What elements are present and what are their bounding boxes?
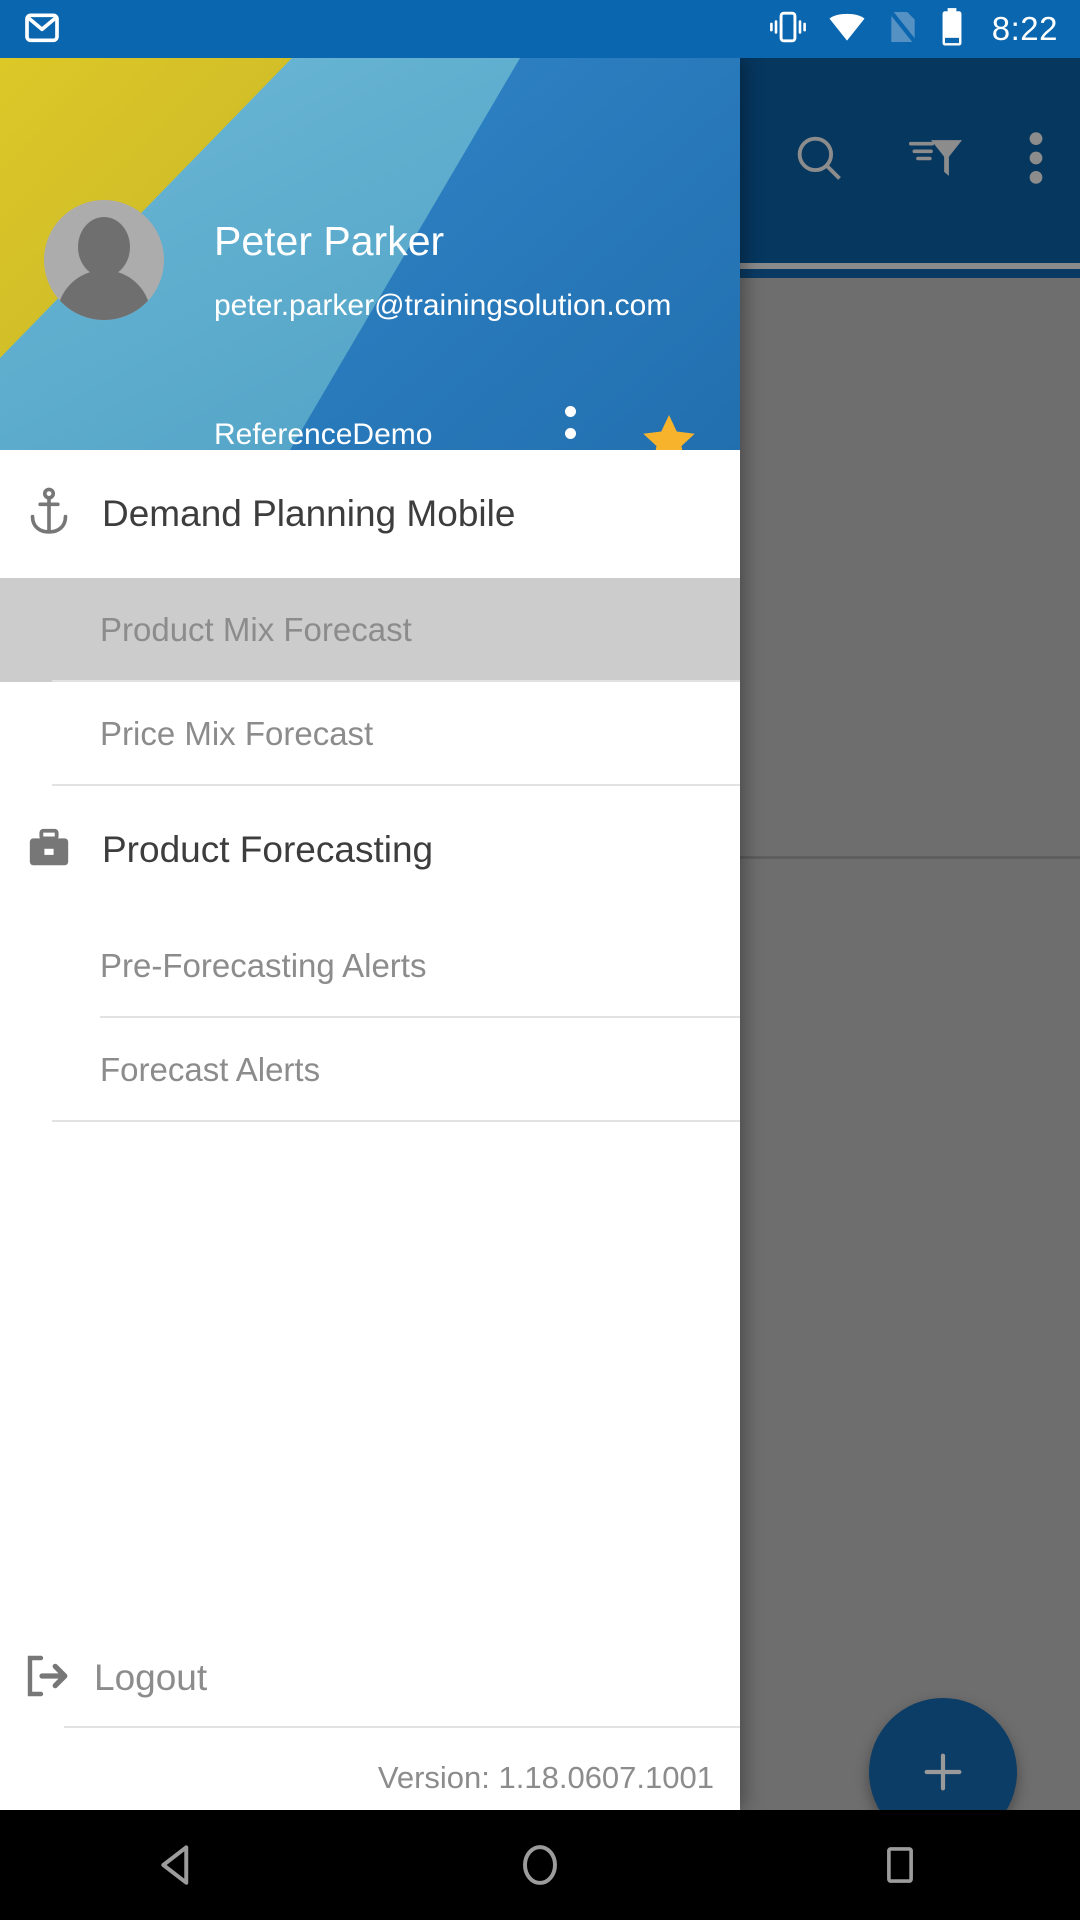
logout-icon (22, 1654, 70, 1703)
nav-group-title: Product Forecasting (102, 829, 434, 870)
device-screen: 8:22 Peter Parker peter.parker@trainings… (0, 0, 1080, 1920)
sim-card-off-icon (886, 7, 920, 52)
user-avatar[interactable] (44, 200, 164, 320)
status-bar: 8:22 (0, 0, 1080, 58)
drawer-nav-list: Demand Planning Mobile Product Mix Forec… (0, 450, 740, 1630)
avatar-body (57, 270, 151, 320)
nav-item-label: Price Mix Forecast (100, 715, 374, 752)
nav-item-product-mix-forecast[interactable]: Product Mix Forecast (0, 578, 740, 682)
app-version: Version: 1.18.0607.1001 (377, 1760, 714, 1795)
nav-item-pre-forecasting-alerts[interactable]: Pre-Forecasting Alerts (0, 914, 740, 1018)
nav-item-label: Product Mix Forecast (100, 611, 412, 648)
logout-button[interactable]: Logout (0, 1630, 740, 1726)
wifi-icon (826, 9, 868, 50)
gmail-icon (22, 7, 62, 52)
briefcase-icon (26, 826, 72, 875)
nav-item-forecast-alerts[interactable]: Forecast Alerts (0, 1018, 740, 1122)
battery-icon (938, 6, 966, 53)
user-name: Peter Parker (214, 218, 445, 264)
overflow-menu-icon[interactable] (1026, 129, 1046, 192)
nav-group-title: Demand Planning Mobile (102, 493, 516, 534)
nav-item-divider (52, 1120, 740, 1122)
nav-recents-button[interactable] (720, 1842, 1080, 1888)
nav-home-button[interactable] (360, 1840, 720, 1890)
user-email: peter.parker@trainingsolution.com (214, 289, 672, 322)
header-overflow-menu-icon[interactable] (565, 406, 576, 450)
nav-item-label: Pre-Forecasting Alerts (100, 947, 427, 984)
filter-icon[interactable] (906, 129, 968, 192)
status-bar-clock: 8:22 (991, 10, 1058, 47)
navigation-drawer: Peter Parker peter.parker@trainingsoluti… (0, 58, 740, 1810)
drawer-header: Peter Parker peter.parker@trainingsoluti… (0, 58, 740, 450)
nav-group-product-forecasting[interactable]: Product Forecasting (0, 786, 740, 914)
drawer-footer: Logout Version: 1.18.0607.1001 (0, 1630, 740, 1810)
vibrate-icon (768, 8, 808, 51)
logout-label: Logout (94, 1657, 208, 1698)
nav-item-price-mix-forecast[interactable]: Price Mix Forecast (0, 682, 740, 786)
search-icon[interactable] (790, 129, 848, 192)
avatar-head (78, 217, 130, 277)
nav-item-label: Forecast Alerts (100, 1051, 321, 1088)
favorite-star-icon[interactable] (638, 410, 700, 450)
tenant-name: ReferenceDemo (214, 418, 433, 450)
android-navigation-bar (0, 1810, 1080, 1920)
nav-back-button[interactable] (0, 1840, 360, 1890)
anchor-icon (26, 487, 72, 542)
nav-item-divider (52, 784, 740, 786)
nav-group-demand-planning-mobile[interactable]: Demand Planning Mobile (0, 450, 740, 578)
